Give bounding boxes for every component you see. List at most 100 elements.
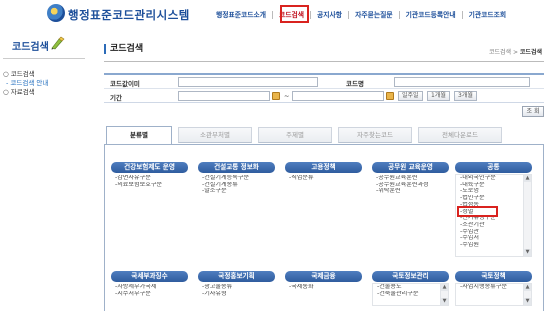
category-item[interactable]: 의료보험보호구분	[115, 182, 188, 189]
form-row-code: 코드값이미 코드명	[104, 75, 544, 89]
nav-org-lookup[interactable]: 기관코드조회	[465, 9, 511, 21]
category-item[interactable]: 국제통화	[289, 284, 362, 291]
category-item[interactable]: 건물용도	[377, 284, 438, 291]
category-list: 감면사유구분 의료보험보호구분	[111, 175, 188, 188]
scroll-up-icon[interactable]: ▲	[524, 175, 531, 182]
period-start-input[interactable]	[178, 91, 270, 101]
tab-frequent-codes[interactable]: 자주찾는코드	[338, 127, 412, 143]
nav-intro[interactable]: 행정표준코드소개	[212, 9, 270, 21]
category-list: 사업시행종류구분 ▲ ▼	[455, 283, 532, 306]
category-item[interactable]: 말소구분	[202, 188, 275, 195]
header: 행정표준코드관리시스템 행정표준코드소개 코드검색 공지사항 자주묻는질문 기관…	[0, 0, 550, 28]
sidebar-title: 코드검색	[12, 42, 49, 53]
category-item[interactable]: 자방세부가국세	[115, 284, 188, 291]
nav-org-register[interactable]: 기관코드등록안내	[402, 9, 460, 21]
code-value-input[interactable]	[178, 77, 318, 87]
category-item[interactable]: 대륙구분	[460, 182, 521, 189]
category-header[interactable]: 건설교통 정보화	[198, 162, 275, 173]
scroll-up-icon[interactable]: ▲	[441, 284, 448, 291]
category-intl-finance: 국제금융 국제통화	[285, 271, 362, 291]
calendar-icon[interactable]	[386, 92, 394, 100]
category-header[interactable]: 국토정보관리	[372, 271, 449, 282]
category-health-insurance: 건강보험제도 운영 감면사유구분 의료보험보호구분	[111, 162, 188, 188]
category-item[interactable]: 법인구분	[460, 195, 521, 202]
category-item[interactable]: 수입관	[460, 229, 521, 236]
nav-notice[interactable]: 공지사항	[313, 9, 346, 21]
breadcrumb: 코드검색 > 코드검색	[489, 47, 542, 56]
category-header[interactable]: 국토정책	[455, 271, 532, 282]
scroll-up-icon[interactable]: ▲	[524, 284, 531, 291]
period-end-input[interactable]	[292, 91, 384, 101]
tab-download-all[interactable]: 전체다운로드	[418, 127, 502, 143]
scroll-down-icon[interactable]: ▼	[524, 249, 531, 256]
scroll-down-icon[interactable]: ▼	[524, 298, 531, 305]
category-list: 자방세부가국세 지수처부구분	[111, 284, 188, 297]
nav-faq[interactable]: 자주묻는질문	[351, 9, 397, 21]
category-item[interactable]: 공무원교육훈련	[376, 175, 449, 182]
category-item[interactable]: 공무원교육훈련과정	[376, 182, 449, 189]
nav-divider	[398, 11, 400, 19]
calendar-icon[interactable]	[272, 92, 280, 100]
category-item[interactable]: 건축물관리구분	[377, 291, 438, 298]
site-title[interactable]: 행정표준코드관리시스템	[68, 7, 190, 23]
search-form: 코드값이미 코드명 기간 ~ 일주일 1개월 3개월	[104, 73, 544, 103]
highlight-box-item	[457, 206, 498, 217]
scroll-down-icon[interactable]: ▼	[441, 298, 448, 305]
category-item[interactable]: 기사유형	[202, 291, 275, 298]
category-item[interactable]: 내외국인구분	[460, 175, 521, 182]
category-item[interactable]: 건설기계종류	[202, 182, 275, 189]
category-item[interactable]: 위탁훈련	[376, 188, 449, 195]
category-land-info: 국토정보관리 건물용도 건축물관리구분 ▲ ▼	[372, 271, 449, 306]
category-header[interactable]: 국정홍보기획	[198, 271, 275, 282]
sidebar-item-data-search[interactable]: ○ 자료검색	[3, 86, 35, 96]
period-label: 기간	[110, 94, 122, 102]
category-header[interactable]: 국제금융	[285, 271, 362, 282]
highlight-box-nav	[280, 5, 309, 23]
nav-divider	[348, 11, 350, 19]
magnifier-pen-icon	[51, 36, 65, 50]
period-1month-button[interactable]: 1개월	[427, 91, 450, 101]
code-name-input[interactable]	[394, 77, 530, 87]
category-item[interactable]: 지수처부구분	[115, 291, 188, 298]
scrollbar[interactable]: ▲ ▼	[523, 284, 531, 305]
tab-by-category[interactable]: 분류별	[106, 126, 172, 145]
category-item[interactable]: 사업시행종류구분	[460, 284, 521, 291]
category-employment: 고용정책 직업분류	[285, 162, 362, 182]
category-civil-servant-education: 공무원 교육운영 공무원교육훈련 공무원교육훈련과정 위탁훈련	[372, 162, 449, 195]
period-3month-button[interactable]: 3개월	[454, 91, 477, 101]
category-item[interactable]: 도로명	[460, 188, 521, 195]
category-item[interactable]: 수입원	[460, 242, 521, 249]
tab-by-ministry[interactable]: 소관부처별	[178, 127, 252, 143]
category-item[interactable]: 직업분류	[289, 175, 362, 182]
nav-divider	[310, 11, 312, 19]
category-header[interactable]: 고용정책	[285, 162, 362, 173]
period-tilde: ~	[284, 92, 290, 100]
category-list: 국제통화	[285, 284, 362, 291]
category-construction-it: 건설교통 정보화 건설기계등록구분 건설기계종류 말소구분	[198, 162, 275, 195]
category-list: 건설기계등록구분 건설기계종류 말소구분	[198, 175, 275, 195]
code-name-label: 코드명	[346, 80, 364, 88]
breadcrumb-parent[interactable]: 코드검색 >	[489, 49, 518, 56]
search-button[interactable]: 조 회	[522, 106, 544, 117]
category-header[interactable]: 공통	[455, 162, 532, 173]
scrollbar[interactable]: ▲ ▼	[523, 175, 531, 256]
category-header[interactable]: 건강보험제도 운영	[111, 162, 188, 173]
category-item[interactable]: 건설기계등록구분	[202, 175, 275, 182]
sidebar-divider	[3, 58, 85, 59]
category-item[interactable]: 감면사유구분	[115, 175, 188, 182]
category-list: 광고물종류 기사유형	[198, 284, 275, 297]
category-land-policy: 국토정책 사업시행종류구분 ▲ ▼	[455, 271, 532, 306]
category-tabs: 분류별 소관부처별 주제별 자주찾는코드 전체다운로드	[104, 126, 544, 145]
period-week-button[interactable]: 일주일	[398, 91, 423, 101]
category-header[interactable]: 국세부과징수	[111, 271, 188, 282]
category-item[interactable]: 소관기관	[460, 222, 521, 229]
tab-by-topic[interactable]: 주제별	[258, 127, 332, 143]
category-item[interactable]: 수입처	[460, 235, 521, 242]
category-item[interactable]: 광고물종류	[202, 284, 275, 291]
category-public-relations: 국정홍보기획 광고물종류 기사유형	[198, 271, 275, 297]
government-emblem-icon[interactable]	[47, 4, 65, 22]
scrollbar[interactable]: ▲ ▼	[440, 284, 448, 305]
category-list: 직업분류	[285, 175, 362, 182]
code-value-label: 코드값이미	[110, 80, 140, 88]
category-header[interactable]: 공무원 교육운영	[372, 162, 449, 173]
